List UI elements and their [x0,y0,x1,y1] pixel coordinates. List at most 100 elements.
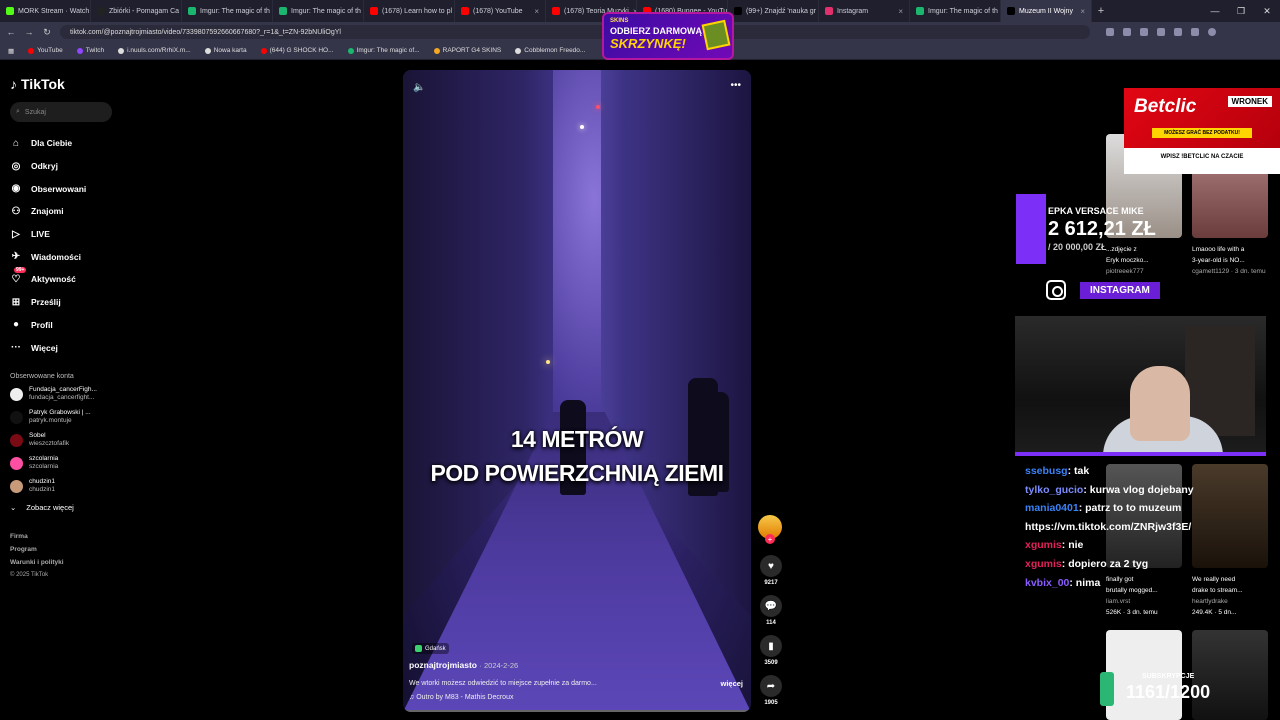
url-field[interactable]: tiktok.com/@poznajtrojmiasto/video/73398… [60,25,1090,39]
bookmark-label: Nowa karta [213,47,247,54]
like-action[interactable]: ♥ 9217 [758,555,784,586]
heart-icon[interactable]: ♥ [760,555,782,577]
nav-item-live[interactable]: ▷ LIVE [10,223,112,246]
account-name: szcolarnia [29,455,59,463]
extension-icon[interactable] [1157,28,1165,36]
save-action[interactable]: ▮ 3509 [758,635,784,666]
bookmark-item[interactable]: (644) G SHOCK HO... [260,47,334,54]
footer-link[interactable]: Firma [10,530,112,543]
chat-message: mania0401: patrz to to muzeum [1025,499,1275,518]
comment-action[interactable]: 💬 114 [758,595,784,626]
tab-close-icon[interactable]: × [1080,7,1085,16]
browser-tab[interactable]: Muzeum II Wojny × [1001,0,1092,22]
forward-icon[interactable]: → [24,27,34,37]
share-icon[interactable]: ➦ [760,675,782,697]
maximize-icon[interactable]: ❐ [1228,0,1254,22]
more-options-icon[interactable]: ••• [730,80,741,91]
browser-tab[interactable]: Imgur: The magic of th× [273,0,364,22]
account-name: Fundacja_cancerFigh... [29,386,97,394]
video-progress-bar[interactable] [403,710,751,712]
extension-icon[interactable] [1174,28,1182,36]
followed-account[interactable]: chudzin1 chudzin1 [10,478,112,495]
cup-icon [1100,672,1114,706]
back-icon[interactable]: ← [6,27,16,37]
comment-icon[interactable]: 💬 [760,595,782,617]
search-input[interactable]: ⌕ Szukaj [10,102,112,122]
tab-close-icon[interactable]: × [898,7,903,16]
close-window-icon[interactable]: ✕ [1254,0,1280,22]
followed-account[interactable]: Fundacja_cancerFigh... fundacja_cancerfig… [10,386,112,403]
bookmark-item[interactable]: i.nuuls.com/RrhiX.m... [118,47,191,54]
nav-item-profile[interactable]: ● Profil [10,314,112,337]
minimize-icon[interactable]: — [1202,0,1228,22]
tab-close-icon[interactable]: × [534,7,539,16]
chat-username[interactable]: ssebusg [1025,465,1068,477]
nav-item-more[interactable]: ··· Więcej [10,336,112,359]
chat-username[interactable]: mania0401 [1025,502,1079,514]
apps-icon[interactable]: ▦ [8,47,14,55]
chat-text: dopiero za 2 tyg [1068,557,1149,570]
browser-tab[interactable]: Instagram × [819,0,910,22]
extension-icon[interactable] [1191,28,1199,36]
video-author[interactable]: poznajtrojmiasto · 2024-2-26 [409,660,518,670]
followed-account[interactable]: szcolarnia szcolarnia [10,455,112,472]
browser-tab[interactable]: (99+) Znajdź 'nauka gr× [728,0,819,22]
account-handle: wieszcztofafik [29,440,70,448]
browser-tab[interactable]: MORK Stream · Watch× [0,0,91,22]
footer-link[interactable]: Warunki i polityki [10,556,112,569]
chat-username[interactable]: kvbix_00 [1025,577,1069,589]
browser-tab[interactable]: (1678) Learn how to pl× [364,0,455,22]
extension-icon[interactable] [1140,28,1148,36]
followed-account[interactable]: Patryk Grabowski | ... patryk.montuje [10,409,112,426]
nav-item-upload[interactable]: ⊞ Prześlij [10,291,112,314]
tiktok-logo[interactable]: ♪ TikTok [10,76,112,92]
save-count: 3509 [764,660,778,666]
chat-username[interactable]: tylko_gucio [1025,484,1083,496]
nav-item-friends[interactable]: ⚇ Znajomi [10,200,112,223]
bookmark-item[interactable]: Imgur: The magic of... [347,47,420,54]
extension-icon[interactable] [1123,28,1131,36]
creator-avatar[interactable]: + [758,515,782,544]
betclic-code: WRONEK [1227,96,1272,107]
new-tab-icon[interactable]: + [1092,5,1110,17]
location-tag[interactable]: Gdańsk [412,643,449,654]
music-info[interactable]: ♫ Outro by M83 - Mathis Decroux [409,694,513,701]
author-name[interactable]: poznajtrojmiasto [409,660,477,670]
avatar [10,387,23,401]
main-nav: ⌂ Dla Ciebie ◎ Odkryj ◉ Obserwowani ⚇ Znajomi ▷ L… [10,132,112,359]
footer-link[interactable]: Program [10,543,112,556]
share-action[interactable]: ➦ 1905 [758,675,784,706]
bookmark-icon[interactable]: ▮ [760,635,782,657]
bookmark-favicon-icon [515,47,522,54]
bookmark-favicon-icon [204,47,211,54]
browser-tab[interactable]: (1678) YouTube × [455,0,546,22]
profile-avatar-icon[interactable] [1208,28,1216,36]
bookmark-item[interactable]: Twitch [76,47,104,54]
volume-icon[interactable]: 🔈 [413,82,425,93]
nav-item-activity[interactable]: ♡ Aktywność 99+ [10,267,112,291]
bookmark-item[interactable]: Cobblemon Freedo... [515,47,585,54]
bookmark-item[interactable]: RAPORT G4 SKINS [433,47,501,54]
reload-icon[interactable]: ↻ [42,27,52,38]
follow-plus-icon[interactable]: + [765,534,775,544]
nav-item-following[interactable]: ◉ Obserwowani [10,177,112,200]
see-more-button[interactable]: ⌄ Zobacz więcej [10,503,112,512]
followed-account[interactable]: Sobel wieszcztofafik [10,432,112,449]
thumb-user: piotreeek777 [1106,268,1144,275]
bookmark-item[interactable]: Nowa karta [204,47,247,54]
browser-tab[interactable]: Imgur: The magic of th× [910,0,1001,22]
nav-label: Znajomi [31,206,64,217]
browser-tab[interactable]: Imgur: The magic of th× [182,0,273,22]
chat-username[interactable]: xgumis [1025,539,1062,551]
description-more-link[interactable]: więcej [720,679,743,688]
video-player[interactable]: 🔈 ••• 14 METRÓW POD POWIERZCHNIĄ ZIEMI G… [403,70,751,712]
nav-item-home[interactable]: ⌂ Dla Ciebie [10,132,112,155]
browser-tab[interactable]: Zbiórki - Pomagam Ca× [91,0,182,22]
chat-username[interactable]: xgumis [1025,558,1062,570]
nav-item-compass[interactable]: ◎ Odkryj [10,155,112,178]
nav-item-messages[interactable]: ✈ Wiadomości [10,245,112,268]
video-caption-line1: 14 METRÓW [510,426,644,452]
extension-icon[interactable] [1106,28,1114,36]
video-caption-line2: POD POWIERZCHNIĄ ZIEMI [430,460,724,486]
bookmark-item[interactable]: YouTube [28,47,63,54]
